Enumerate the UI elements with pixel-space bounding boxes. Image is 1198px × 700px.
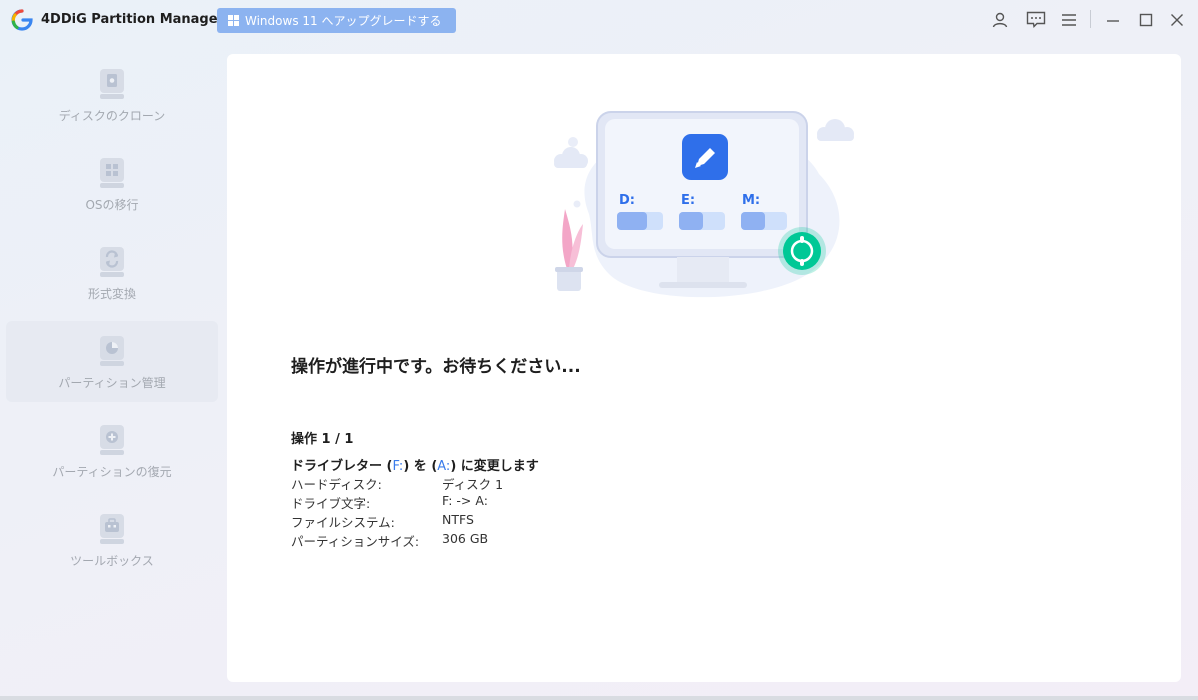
sidebar-item-label: 形式変換 [87, 287, 136, 301]
sidebar-item-partition-manage[interactable]: パーティション管理 [6, 321, 218, 402]
menu-icon[interactable] [1059, 10, 1079, 30]
convert-icon [100, 247, 124, 277]
operation-details: ハードディスク: ディスク 1 ドライブ文字: F: -> A: ファイルシステ… [291, 474, 503, 550]
sidebar-item-toolbox[interactable]: ツールボックス [6, 499, 218, 580]
minimize-icon[interactable] [1103, 10, 1123, 30]
upgrade-button-label: Windows 11 へアップグレードする [245, 14, 442, 28]
sidebar-item-partition-recovery[interactable]: パーティションの復元 [6, 410, 218, 491]
detail-value: F: -> A: [442, 493, 488, 508]
detail-row-drive-letter: ドライブ文字: F: -> A: [291, 493, 503, 512]
detail-key: ファイルシステム: [291, 515, 395, 530]
operation-description: ドライブレター (F:) を (A:) に変更します [291, 455, 539, 474]
os-migration-icon [100, 158, 124, 188]
operation-suffix: ) に変更します [450, 459, 539, 474]
detail-row-hard-disk: ハードディスク: ディスク 1 [291, 474, 503, 493]
detail-value: NTFS [442, 512, 474, 527]
operation-prefix: ドライブレター ( [291, 459, 393, 474]
sidebar-item-label: ディスクのクローン [58, 109, 166, 123]
app-logo-icon [11, 9, 33, 31]
progress-title: 操作が進行中です。お待ちください... [291, 357, 581, 377]
sidebar-item-label: ツールボックス [70, 554, 154, 568]
drive-label-d: D: [619, 193, 635, 208]
title-bar: 4DDiG Partition Manager Windows 11 へアップグ… [0, 0, 1198, 40]
drive-label-m: M: [742, 193, 760, 208]
cloud-left [554, 147, 588, 168]
sidebar-item-os-migration[interactable]: OSの移行 [6, 143, 218, 224]
detail-key: ドライブ文字: [291, 496, 371, 511]
app-title: 4DDiG Partition Manager [41, 12, 224, 27]
cloud-right [817, 119, 854, 141]
detail-value: ディスク 1 [442, 477, 504, 492]
windows-icon [228, 14, 240, 27]
operation-illustration: D: E: M: [554, 111, 854, 298]
detail-value: 306 GB [442, 531, 489, 546]
user-icon[interactable] [990, 10, 1010, 30]
detail-key: ハードディスク: [291, 477, 382, 492]
partition-recovery-icon [100, 425, 124, 455]
upgrade-windows11-button[interactable]: Windows 11 へアップグレードする [217, 8, 456, 33]
feedback-icon[interactable] [1026, 10, 1046, 30]
window-bottom-edge [0, 696, 1198, 700]
detail-key: パーティションサイズ: [291, 534, 420, 549]
maximize-icon[interactable] [1136, 10, 1156, 30]
toolbox-icon [100, 514, 124, 544]
drive-label-e: E: [681, 193, 695, 208]
sidebar-item-disk-clone[interactable]: ディスクのクローン [6, 54, 218, 135]
titlebar-separator [1090, 10, 1091, 28]
drive-to: A: [437, 459, 451, 474]
sidebar-item-convert[interactable]: 形式変換 [6, 232, 218, 313]
sidebar-item-label: OSの移行 [85, 198, 139, 212]
operation-count: 操作 1 / 1 [291, 432, 354, 447]
close-icon[interactable] [1167, 10, 1187, 30]
detail-row-file-system: ファイルシステム: NTFS [291, 512, 503, 531]
detail-row-partition-size: パーティションサイズ: 306 GB [291, 531, 503, 550]
drive-from: F: [392, 459, 404, 474]
sidebar-item-label: パーティションの復元 [52, 465, 172, 479]
sidebar-item-label: パーティション管理 [58, 376, 166, 390]
disk-clone-icon [100, 69, 124, 99]
main-panel: D: E: M: 操作が進行中です。お待ちください... 操作 1 / 1 ドラ… [227, 54, 1181, 682]
operation-middle: ) を ( [403, 459, 438, 474]
partition-manage-icon [100, 336, 124, 366]
